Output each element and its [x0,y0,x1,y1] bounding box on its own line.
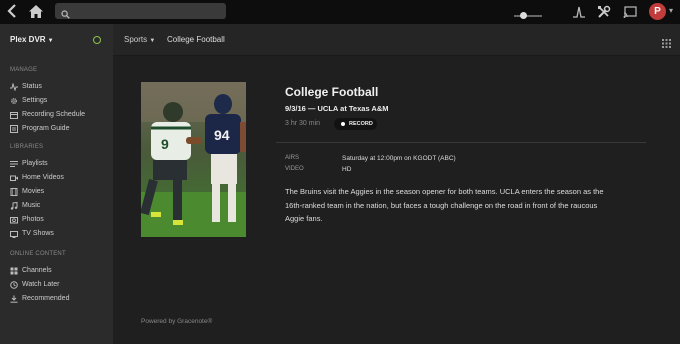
download-icon [10,295,18,303]
sidebar-item-program-guide[interactable]: Program Guide [10,123,110,136]
sidebar-item-settings[interactable]: Settings [10,95,110,108]
sidebar-item-movies[interactable]: Movies [10,186,110,199]
video-label: VIDEO [285,166,304,172]
airs-value: Saturday at 12:00pm on KGODT (ABC) [342,155,456,162]
program-poster: 94 9 [141,82,246,237]
sidebar-item-recommended[interactable]: Recommended [10,293,110,306]
back-arrow-icon[interactable] [7,4,21,20]
tv-icon [10,230,18,238]
server-selector[interactable]: Plex DVR ▼ [0,24,113,56]
sidebar-item-recording-schedule[interactable]: Recording Schedule [10,109,110,122]
section-manage: MANAGE [10,67,38,73]
sidebar-item-status[interactable]: Status [10,81,110,94]
content-header: Sports ▼ College Football [113,24,680,56]
avatar[interactable]: P [649,3,666,20]
poster-size-slider[interactable] [514,15,542,17]
photo-icon [10,216,18,224]
chevron-down-icon: ▼ [149,38,156,44]
powered-by-gracenote: Powered by Gracenote® [141,318,213,325]
cast-icon[interactable] [623,5,637,19]
program-summary: The Bruins visit the Aggies in the seaso… [285,187,604,223]
sidebar: Plex DVR ▼ MANAGE Status Settings Recordi… [0,24,113,344]
camera-icon [10,174,18,182]
breadcrumb-current: College Football [167,35,225,44]
breadcrumb-sports[interactable]: Sports ▼ [124,35,155,44]
sidebar-item-playlists[interactable]: Playlists [10,158,110,171]
activity-icon[interactable] [572,5,586,19]
grid-view-icon[interactable] [662,35,671,48]
sidebar-item-channels[interactable]: Channels [10,265,110,278]
poster-jersey-number-right: 94 [214,127,230,143]
airs-label: AIRS [285,155,300,161]
episode-subtitle: 9/3/16 — UCLA at Texas A&M [285,104,389,113]
sidebar-item-tv-shows[interactable]: TV Shows [10,228,110,241]
sidebar-item-watch-later[interactable]: Watch Later [10,279,110,292]
search-input[interactable] [75,4,220,18]
section-online-content: ONLINE CONTENT [10,251,66,257]
section-libraries: LIBRARIES [10,144,44,150]
clock-icon [10,281,18,289]
calendar-icon [10,111,18,119]
music-note-icon [10,201,18,210]
tools-icon[interactable] [597,5,611,19]
home-icon[interactable] [28,4,44,19]
server-status-icon [93,36,101,44]
video-value: HD [342,166,352,173]
sidebar-item-music[interactable]: Music [10,200,110,213]
playlist-icon [10,160,18,168]
chevron-down-icon[interactable]: ▾ [669,6,673,15]
record-dot-icon [341,122,345,126]
film-icon [10,188,18,196]
gear-icon [10,97,18,105]
program-title: College Football [285,85,379,99]
search-box[interactable] [55,3,226,19]
sidebar-item-photos[interactable]: Photos [10,214,110,227]
pulse-icon [10,82,18,92]
guide-icon [10,125,18,133]
channels-icon [10,267,18,275]
record-button[interactable]: RECORD [334,118,377,130]
divider [276,142,646,143]
poster-jersey-number-left: 9 [161,136,169,152]
top-bar: P ▾ [0,0,680,24]
chevron-down-icon: ▼ [47,38,54,44]
slider-handle[interactable] [520,12,527,19]
server-name[interactable]: Plex DVR ▼ [10,35,54,44]
sidebar-item-home-videos[interactable]: Home Videos [10,172,110,185]
duration: 3 hr 30 min [285,120,321,127]
search-icon [61,6,71,19]
